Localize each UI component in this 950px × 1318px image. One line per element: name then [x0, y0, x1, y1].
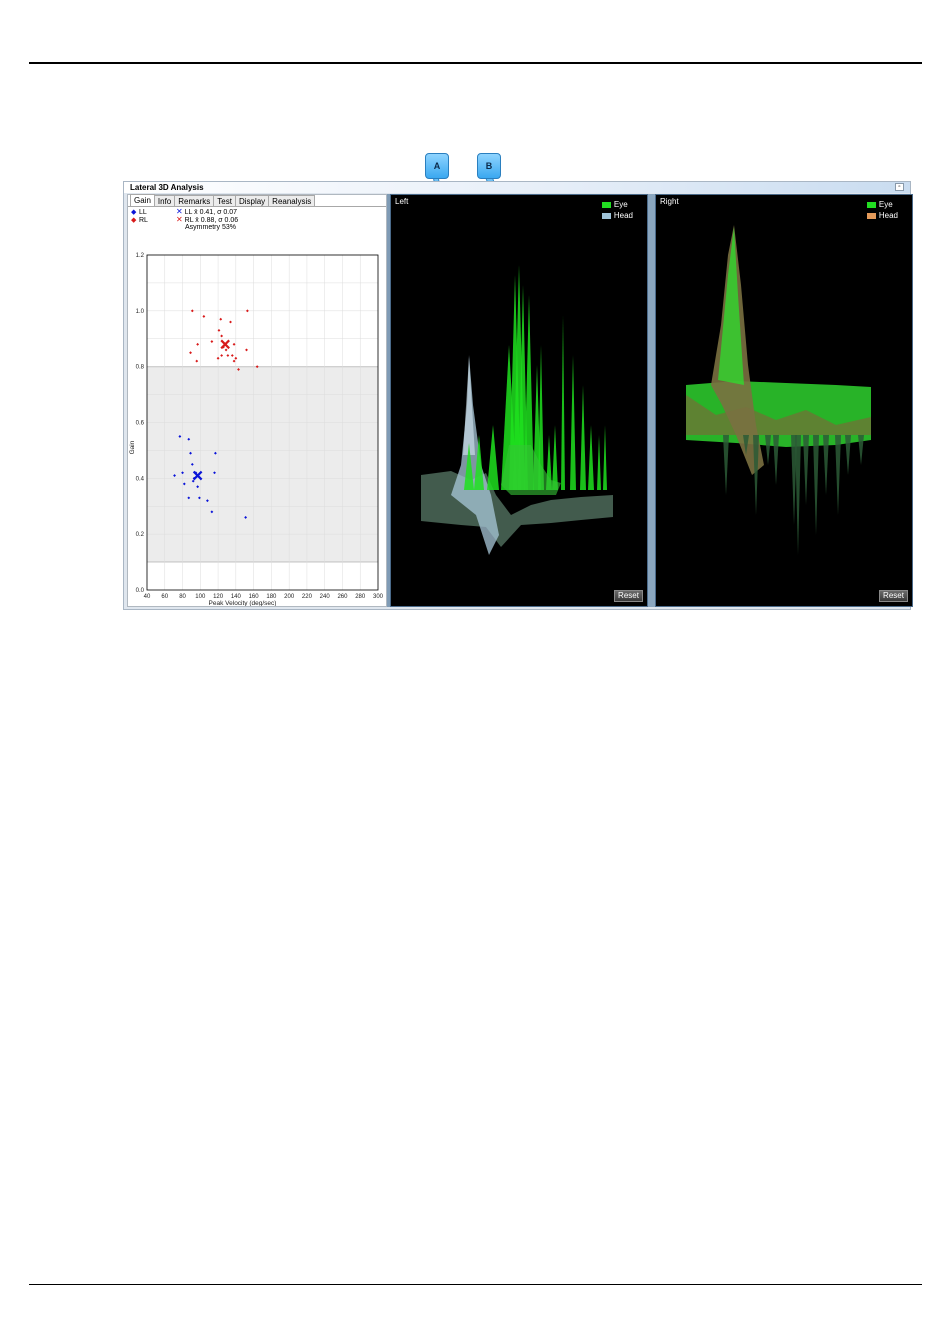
left-head-highlight — [463, 357, 475, 455]
y-tick-label: 0.4 — [136, 476, 145, 482]
right-legend-head: Head — [878, 211, 898, 220]
x-tick-label: 280 — [355, 594, 366, 600]
left-3d-surface[interactable] — [391, 195, 647, 606]
x-tick-label: 60 — [161, 594, 168, 600]
x-tick-label: 200 — [284, 594, 295, 600]
left-panel-title: Left — [395, 197, 409, 206]
x-tick-label: 80 — [179, 594, 186, 600]
left-eye-mass — [501, 445, 561, 495]
head-swatch-icon — [601, 212, 611, 219]
callout-a: A — [425, 153, 449, 179]
right-surface-drop — [823, 435, 829, 495]
right-3d-surface[interactable] — [656, 195, 912, 606]
right-panel-legend: Eye Head — [866, 199, 898, 221]
x-axis-label: Peak Velocity (deg/sec) — [209, 600, 277, 606]
right-surface-drop — [795, 435, 801, 555]
right-surface-drop — [773, 435, 779, 485]
callout-b: B — [477, 153, 501, 179]
splitter-right[interactable] — [648, 194, 655, 607]
right-reset-button[interactable]: Reset — [879, 590, 908, 602]
header-rule — [29, 62, 922, 64]
window-titlebar: Lateral 3D Analysis ▫ — [124, 182, 910, 193]
left-panel-legend: Eye Head — [601, 199, 633, 221]
window-title: Lateral 3D Analysis — [130, 183, 204, 192]
left-eye-spike — [487, 425, 499, 490]
lateral-3d-analysis-window: Lateral 3D Analysis ▫ Gain Info Remarks … — [123, 181, 913, 610]
right-legend-eye: Eye — [878, 200, 893, 209]
right-surface-drop — [723, 435, 729, 495]
left-eye-spike — [570, 355, 576, 490]
y-tick-label: 1.2 — [136, 253, 145, 259]
left-eye-spike — [552, 425, 558, 490]
right-surface-drop — [765, 435, 771, 465]
y-tick-label: 0.8 — [136, 365, 145, 371]
left-eye-spike — [603, 425, 607, 490]
right-surface-drop — [858, 435, 864, 465]
right-surface-drop — [813, 435, 819, 535]
x-tick-label: 300 — [373, 594, 384, 600]
gain-scatter-chart: 40 60 80 100 120 140 160 180 200 220 240 260 280 3000… — [129, 253, 384, 606]
y-tick-label: 0.6 — [136, 421, 145, 427]
x-tick-label: 100 — [195, 594, 206, 600]
y-tick-label: 0.2 — [136, 532, 145, 538]
left-eye-spike — [588, 425, 594, 490]
right-surface-drop — [835, 435, 841, 515]
x-tick-label: 240 — [320, 594, 331, 600]
right-surface-drop — [803, 435, 809, 505]
x-tick-label: 40 — [144, 594, 151, 600]
x-tick-label: 220 — [302, 594, 313, 600]
left-3d-panel[interactable]: Left Eye Head Reset — [390, 194, 648, 607]
minimize-button[interactable]: ▫ — [895, 183, 904, 191]
head-swatch-icon — [866, 212, 876, 219]
y-tick-label: 0.0 — [136, 588, 145, 594]
normal-range-band — [147, 366, 378, 563]
right-surface-drop — [753, 435, 759, 515]
right-3d-panel[interactable]: Right Eye Head Reset — [655, 194, 913, 607]
left-eye-spike — [597, 435, 601, 490]
eye-swatch-icon — [601, 201, 611, 208]
y-axis-label: Gain — [129, 440, 136, 454]
eye-swatch-icon — [866, 201, 876, 208]
gain-panel: Gain Info Remarks Test Display Reanalysi… — [127, 194, 387, 607]
x-tick-label: 260 — [337, 594, 348, 600]
footer-rule — [29, 1284, 922, 1285]
left-reset-button[interactable]: Reset — [614, 590, 643, 602]
left-eye-spike — [580, 385, 586, 490]
right-panel-title: Right — [660, 197, 679, 206]
left-legend-head: Head — [613, 211, 633, 220]
right-surface-drop — [845, 435, 851, 475]
y-tick-label: 1.0 — [136, 309, 145, 315]
left-eye-spike — [561, 315, 565, 490]
left-legend-eye: Eye — [613, 200, 628, 209]
